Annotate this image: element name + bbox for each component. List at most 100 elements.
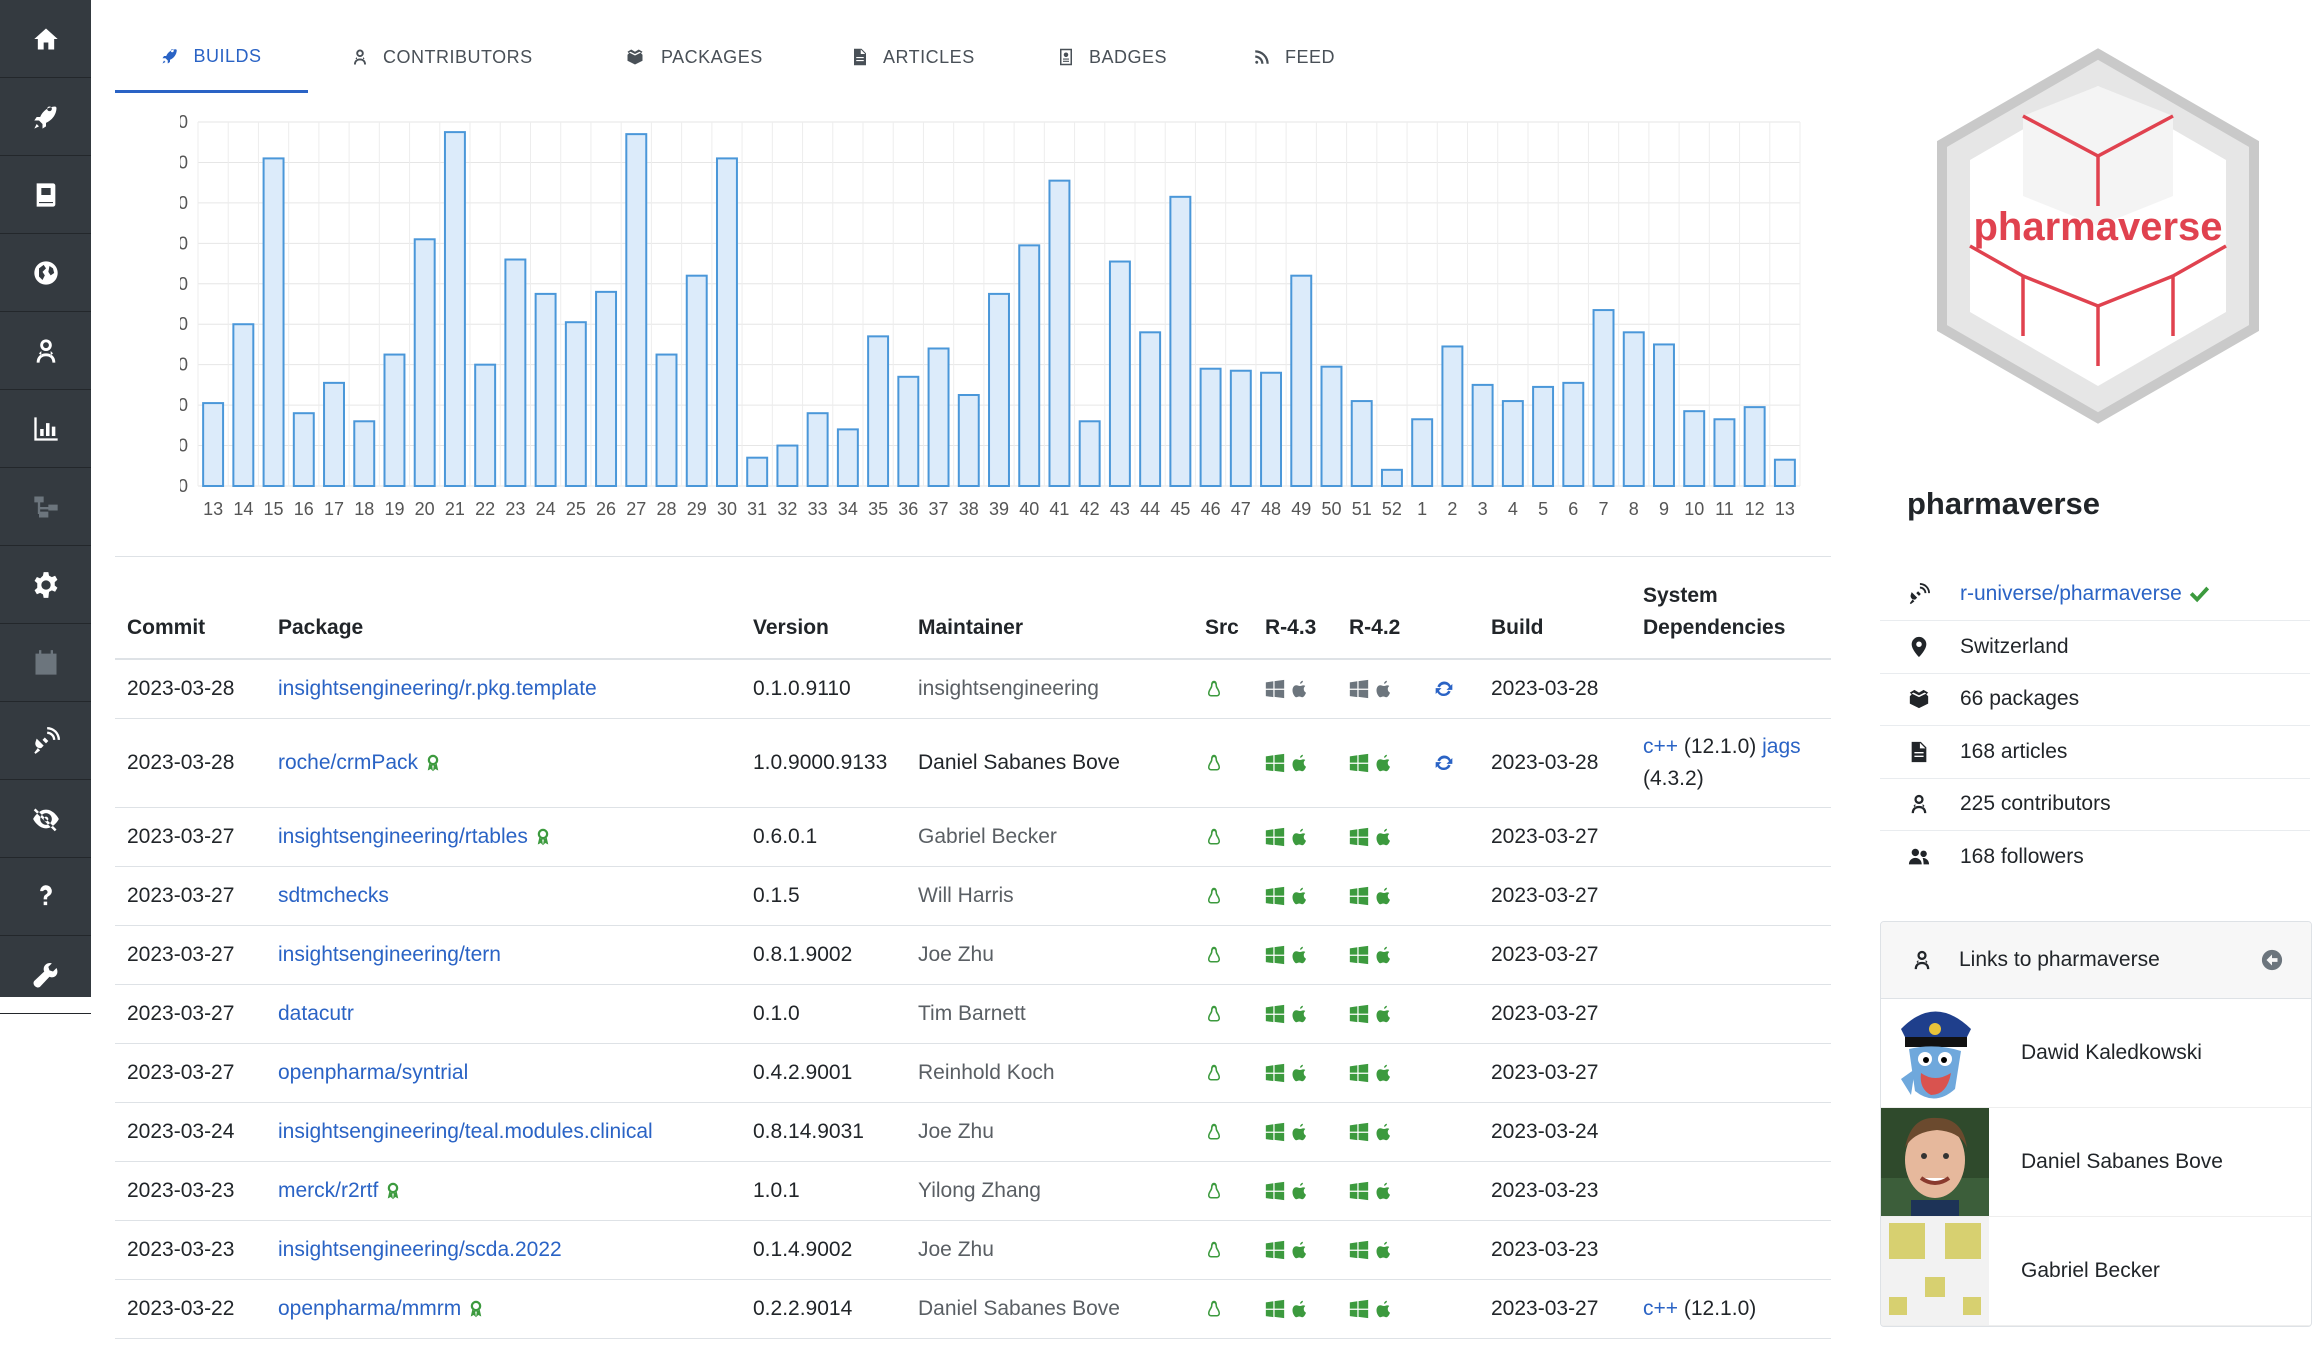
cell-r43[interactable] [1253,718,1337,808]
sidebar-item-wrench[interactable] [0,936,91,1014]
cell-r43[interactable] [1253,807,1337,867]
cell-sysdeps [1631,659,1831,719]
cell-src[interactable] [1193,1220,1253,1280]
cell-src[interactable] [1193,1161,1253,1221]
cell-maintainer: Joe Zhu [906,1220,1193,1280]
package-link[interactable]: insightsengineering/rtables [278,825,528,848]
cell-r43[interactable] [1253,866,1337,926]
cell-rebuild[interactable] [1421,1043,1479,1103]
cell-rebuild[interactable] [1421,1102,1479,1162]
sidebar-item-book[interactable] [0,156,91,234]
tab-articles[interactable]: ARTICLES [851,22,975,92]
cell-rebuild[interactable] [1421,718,1479,808]
info-contributors[interactable]: 225 contributors [1880,778,2310,831]
cell-src[interactable] [1193,925,1253,985]
cell-r43[interactable] [1253,1102,1337,1162]
cell-r43[interactable] [1253,1220,1337,1280]
universe-link[interactable]: r-universe/pharmaverse [1960,582,2182,606]
cell-rebuild[interactable] [1421,984,1479,1044]
cell-r43[interactable] [1253,659,1337,719]
cell-maintainer: insightsengineering [906,659,1193,719]
cell-r42[interactable] [1337,866,1421,926]
cell-r42[interactable] [1337,984,1421,1044]
cell-r43[interactable] [1253,984,1337,1044]
package-link[interactable]: roche/crmPack [278,751,418,774]
package-link[interactable]: insightsengineering/tern [278,943,501,966]
sidebar-item-eye[interactable] [0,780,91,858]
sidebar-item-question[interactable] [0,858,91,936]
contributor-item[interactable]: Daniel Sabanes Bove [1881,1108,2311,1217]
eye-icon [32,805,60,833]
sidebar-item-home[interactable] [0,0,91,78]
sidebar-item-calendar[interactable] [0,624,91,702]
cell-sysdeps [1631,925,1831,985]
question-icon [32,883,60,911]
cell-src[interactable] [1193,807,1253,867]
cell-rebuild[interactable] [1421,925,1479,985]
package-link[interactable]: insightsengineering/scda.2022 [278,1238,562,1261]
cell-r42[interactable] [1337,1279,1421,1339]
sysdep-link[interactable]: c++ [1643,1297,1678,1320]
sidebar-item-globe[interactable] [0,234,91,312]
avatar [1881,1108,1989,1216]
back-arrow-icon[interactable] [2261,949,2283,971]
cell-rebuild[interactable] [1421,1220,1479,1280]
package-link[interactable]: merck/r2rtf [278,1179,378,1202]
table-row: 2023-03-27 sdtmchecks 0.1.5 Will Harris 202… [115,866,1831,926]
cell-r42[interactable] [1337,807,1421,867]
cell-rebuild[interactable] [1421,1279,1479,1339]
linux-icon [1205,1063,1223,1083]
sidebar-item-chart[interactable] [0,390,91,468]
cell-r43[interactable] [1253,1279,1337,1339]
cell-r42[interactable] [1337,1161,1421,1221]
cell-rebuild[interactable] [1421,1161,1479,1221]
package-link[interactable]: insightsengineering/teal.modules.clinica… [278,1120,653,1143]
cell-src[interactable] [1193,984,1253,1044]
package-link[interactable]: openpharma/syntrial [278,1061,468,1084]
cell-r42[interactable] [1337,1043,1421,1103]
cell-rebuild[interactable] [1421,807,1479,867]
cell-src[interactable] [1193,1279,1253,1339]
cell-r42[interactable] [1337,718,1421,808]
info-articles[interactable]: 168 articles [1880,726,2310,779]
package-link[interactable]: insightsengineering/r.pkg.template [278,677,597,700]
cell-r42[interactable] [1337,659,1421,719]
tab-badges[interactable]: BADGES [1057,22,1167,92]
sidebar-item-gear[interactable] [0,546,91,624]
contributor-item[interactable]: Dawid Kaledkowski [1881,999,2311,1108]
cell-rebuild[interactable] [1421,866,1479,926]
cell-r42[interactable] [1337,925,1421,985]
contributor-item[interactable]: Gabriel Becker [1881,1217,2311,1326]
cell-r42[interactable] [1337,1102,1421,1162]
cell-src[interactable] [1193,1043,1253,1103]
cell-src[interactable] [1193,866,1253,926]
sysdep-link[interactable]: jags [1762,735,1801,758]
info-universe-link[interactable]: r-universe/pharmaverse [1880,568,2310,621]
tab-contributors[interactable]: CONTRIBUTORS [351,22,533,92]
cell-src[interactable] [1193,718,1253,808]
tab-builds[interactable]: BUILDS [115,22,308,93]
sidebar-item-user[interactable] [0,312,91,390]
package-link[interactable]: sdtmchecks [278,884,389,907]
sidebar-item-satellite[interactable] [0,702,91,780]
cell-r43[interactable] [1253,925,1337,985]
x-tick-label: 49 [1291,499,1311,519]
x-tick-label: 9 [1659,499,1669,519]
x-tick-label: 34 [838,499,858,519]
cell-r42[interactable] [1337,1220,1421,1280]
package-link[interactable]: openpharma/mmrm [278,1297,461,1320]
cell-src[interactable] [1193,1102,1253,1162]
sidebar-item-rocket[interactable] [0,78,91,156]
x-tick-label: 3 [1478,499,1488,519]
cell-r43[interactable] [1253,1161,1337,1221]
sysdep-link[interactable]: c++ [1643,735,1678,758]
cell-src[interactable] [1193,659,1253,719]
tab-packages[interactable]: PACKAGES [623,22,763,92]
sidebar-item-network[interactable] [0,468,91,546]
info-followers[interactable]: 168 followers [1880,831,2310,883]
tab-feed[interactable]: FEED [1253,22,1335,92]
info-packages[interactable]: 66 packages [1880,673,2310,726]
cell-rebuild[interactable] [1421,659,1479,719]
cell-r43[interactable] [1253,1043,1337,1103]
package-link[interactable]: datacutr [278,1002,354,1025]
